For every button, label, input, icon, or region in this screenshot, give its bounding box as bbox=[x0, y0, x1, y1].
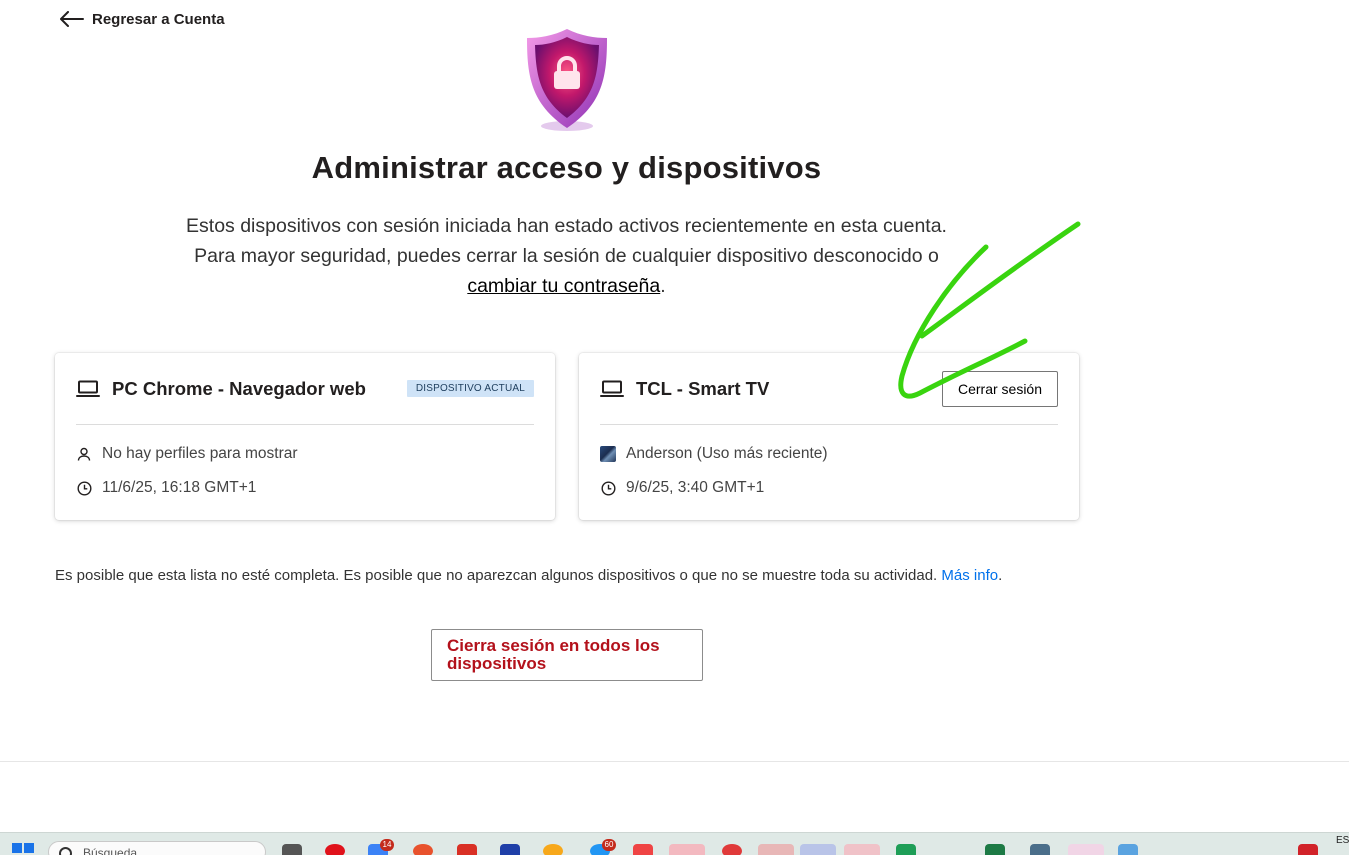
taskbar-app-icon[interactable] bbox=[896, 844, 916, 855]
calculator-icon[interactable] bbox=[1030, 844, 1050, 855]
page-title: Administrar acceso y dispositivos bbox=[311, 150, 822, 185]
windows-start-icon[interactable] bbox=[12, 843, 34, 855]
device-profile-text: No hay perfiles para mostrar bbox=[102, 445, 298, 462]
device-time-row: 9/6/25, 3:40 GMT+1 bbox=[600, 478, 1058, 498]
save-icon[interactable] bbox=[500, 844, 520, 855]
arrow-left-icon bbox=[60, 11, 84, 27]
device-profile-text: Anderson (Uso más reciente) bbox=[626, 445, 828, 462]
taskbar-app-icon[interactable] bbox=[413, 844, 433, 855]
notification-badge: 60 bbox=[602, 839, 616, 851]
sign-out-all-devices-button[interactable]: Cierra sesión en todos los dispositivos bbox=[431, 629, 703, 681]
back-to-account-link[interactable]: Regresar a Cuenta bbox=[60, 8, 225, 30]
device-time-row: 11/6/25, 16:18 GMT+1 bbox=[76, 478, 534, 498]
notepad-icon[interactable] bbox=[1118, 844, 1138, 855]
taskbar-app-icon[interactable] bbox=[800, 844, 836, 855]
device-last-active: 9/6/25, 3:40 GMT+1 bbox=[626, 479, 765, 496]
taskbar-app-icon[interactable] bbox=[844, 844, 880, 855]
taskbar-app-icon[interactable] bbox=[722, 844, 742, 855]
footer-divider bbox=[0, 761, 1349, 762]
taskbar-app-icon[interactable] bbox=[669, 844, 705, 855]
device-list-disclaimer: Es posible que esta lista no esté comple… bbox=[55, 567, 1002, 584]
laptop-icon bbox=[600, 380, 624, 398]
device-last-active: 11/6/25, 16:18 GMT+1 bbox=[102, 479, 257, 496]
more-info-link[interactable]: Más info bbox=[941, 567, 998, 584]
disclaimer-end: . bbox=[998, 567, 1003, 584]
language-indicator[interactable]: ES bbox=[1336, 835, 1349, 846]
current-device-badge: DISPOSITIVO ACTUAL bbox=[406, 380, 534, 397]
taskbar-app-icon[interactable] bbox=[758, 844, 794, 855]
taskbar-app-icon[interactable] bbox=[1298, 844, 1318, 855]
change-password-link[interactable]: cambiar tu contraseña bbox=[467, 275, 660, 297]
page-description: Estos dispositivos con sesión iniciada h… bbox=[180, 211, 953, 301]
device-card-header: PC Chrome - Navegador web DISPOSITIVO AC… bbox=[76, 353, 534, 425]
device-card-tcl-tv: TCL - Smart TV Cerrar sesión Anderson (U… bbox=[579, 353, 1079, 520]
laptop-icon bbox=[76, 380, 100, 398]
windows-taskbar: Búsqueda 14 60 ES bbox=[0, 832, 1349, 855]
clock-icon bbox=[76, 480, 92, 496]
disclaimer-text: Es posible que esta lista no esté comple… bbox=[55, 567, 942, 584]
taskbar-app-icon[interactable] bbox=[282, 844, 302, 855]
device-name: PC Chrome - Navegador web bbox=[112, 377, 366, 399]
taskbar-search-box[interactable]: Búsqueda bbox=[48, 841, 266, 855]
profile-avatar bbox=[600, 446, 616, 462]
taskbar-app-icon[interactable] bbox=[1068, 844, 1104, 855]
notification-badge: 14 bbox=[380, 839, 394, 851]
device-profile-row: Anderson (Uso más reciente) bbox=[600, 444, 1058, 464]
device-card-header: TCL - Smart TV Cerrar sesión bbox=[600, 353, 1058, 425]
device-name: TCL - Smart TV bbox=[636, 377, 770, 399]
back-link-label: Regresar a Cuenta bbox=[92, 10, 225, 28]
device-card-pc-chrome: PC Chrome - Navegador web DISPOSITIVO AC… bbox=[55, 353, 555, 520]
opera-icon[interactable] bbox=[325, 844, 345, 855]
device-profile-row: No hay perfiles para mostrar bbox=[76, 444, 534, 464]
sign-out-device-button[interactable]: Cerrar sesión bbox=[941, 370, 1058, 407]
taskbar-app-icon[interactable] bbox=[633, 844, 653, 855]
clock-icon bbox=[600, 480, 616, 496]
excel-icon[interactable] bbox=[985, 844, 1005, 855]
description-end: . bbox=[660, 275, 666, 297]
description-text: Estos dispositivos con sesión iniciada h… bbox=[186, 215, 947, 267]
shield-lock-icon bbox=[527, 29, 607, 131]
person-icon bbox=[76, 446, 92, 462]
taskbar-app-icon[interactable] bbox=[543, 844, 563, 855]
taskbar-app-icon[interactable] bbox=[457, 844, 477, 855]
